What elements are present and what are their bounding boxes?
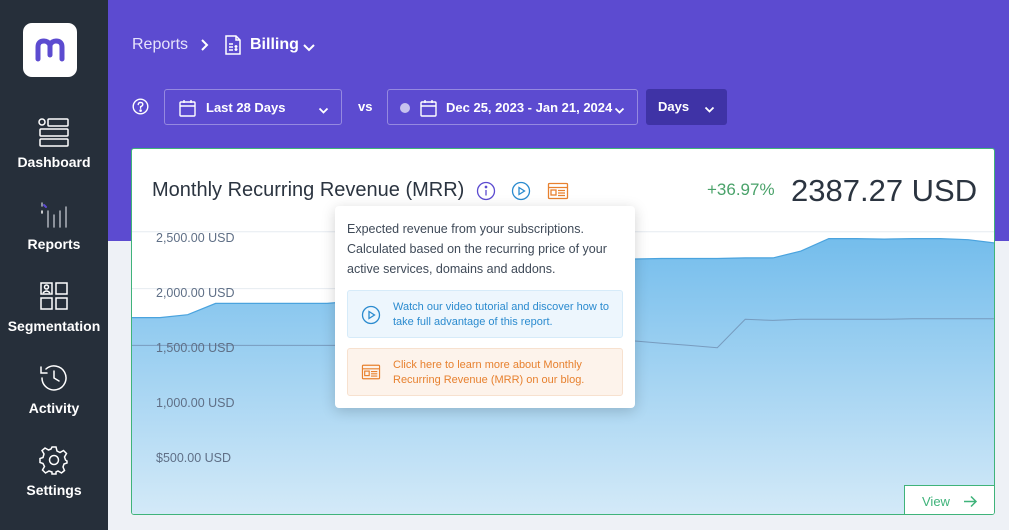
view-button[interactable]: View: [904, 485, 994, 514]
compare-dot: [400, 103, 410, 113]
y-tick-label: $500.00 USD: [156, 451, 232, 465]
chevron-down-icon[interactable]: [302, 40, 316, 58]
play-video-icon[interactable]: [511, 181, 531, 206]
sidebar-item-activity[interactable]: Activity: [0, 360, 108, 440]
sidebar-item-dashboard[interactable]: Dashboard: [0, 114, 108, 194]
mrr-info-tooltip: Expected revenue from your subscriptions…: [335, 206, 635, 408]
mrr-value: 2387.27 USD: [791, 173, 978, 208]
sidebar: Dashboard Reports Segmentation Activity: [0, 0, 108, 530]
compare-range-label: Dec 25, 2023 - Jan 21, 2024: [446, 100, 613, 115]
compare-range-picker[interactable]: Dec 25, 2023 - Jan 21, 2024: [387, 89, 638, 125]
view-button-label: View: [922, 494, 950, 509]
granularity-select[interactable]: Days: [646, 89, 727, 125]
blog-link[interactable]: Click here to learn more about Monthly R…: [347, 348, 623, 396]
chevron-right-icon: [200, 38, 210, 57]
dashboard-icon: [34, 114, 74, 150]
sidebar-item-settings[interactable]: Settings: [0, 442, 108, 522]
segmentation-icon: [34, 278, 74, 314]
info-icon[interactable]: [476, 181, 496, 206]
calendar-icon: [179, 99, 196, 120]
blog-link-text: Click here to learn more about Monthly R…: [393, 359, 585, 386]
calendar-icon: [420, 99, 437, 120]
brand-m-logo: [35, 38, 65, 62]
card-title: Monthly Recurring Revenue (MRR): [152, 179, 465, 201]
sidebar-item-segmentation[interactable]: Segmentation: [0, 278, 108, 358]
sidebar-item-label: Settings: [26, 482, 82, 498]
breadcrumb-billing[interactable]: Billing: [250, 36, 299, 54]
reports-icon: [34, 196, 74, 232]
blog-article-icon[interactable]: [547, 181, 569, 206]
arrow-right-icon: [964, 495, 978, 508]
play-video-icon: [361, 305, 381, 325]
sidebar-item-reports[interactable]: Reports: [0, 196, 108, 276]
sidebar-item-label: Reports: [27, 236, 81, 252]
video-tutorial-link[interactable]: Watch our video tutorial and discover ho…: [347, 290, 623, 338]
change-percent: +36.97%: [707, 180, 775, 199]
video-tutorial-text: Watch our video tutorial and discover ho…: [393, 301, 610, 328]
y-tick-label: 1,000.00 USD: [156, 396, 235, 410]
date-range-picker[interactable]: Last 28 Days: [164, 89, 342, 125]
y-tick-label: 2,500.00 USD: [156, 231, 235, 245]
brand-logo[interactable]: [23, 23, 77, 77]
breadcrumb-reports[interactable]: Reports: [132, 36, 188, 54]
date-range-label: Last 28 Days: [206, 100, 286, 115]
chevron-down-icon: [704, 102, 715, 117]
chevron-down-icon: [318, 103, 329, 118]
sidebar-item-label: Activity: [28, 400, 80, 416]
y-tick-label: 1,500.00 USD: [156, 341, 235, 355]
granularity-label: Days: [658, 99, 690, 114]
sidebar-item-label: Dashboard: [17, 154, 91, 170]
activity-icon: [34, 360, 74, 396]
vs-label: vs: [358, 99, 373, 114]
help-icon[interactable]: [132, 98, 149, 120]
chevron-down-icon: [614, 103, 625, 118]
settings-icon: [34, 442, 74, 478]
document-icon: [224, 35, 242, 60]
sidebar-item-label: Segmentation: [7, 318, 101, 334]
tooltip-description: Expected revenue from your subscriptions…: [347, 222, 607, 276]
y-tick-label: 2,000.00 USD: [156, 286, 235, 300]
blog-article-icon: [361, 364, 381, 380]
